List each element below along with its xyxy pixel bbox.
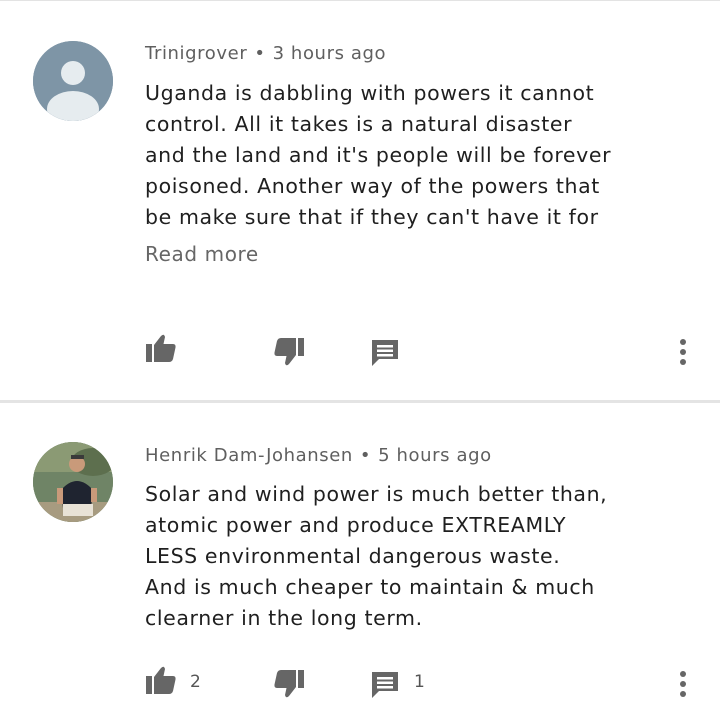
thumb-up-icon[interactable]	[145, 665, 177, 695]
comment-text-line: and the land and it's people will be for…	[145, 143, 612, 167]
comment-text-line: poisoned. Another way of the powers that	[145, 174, 600, 198]
author-name[interactable]: Trinigrover	[145, 43, 247, 64]
comment-time: 3 hours ago	[272, 43, 387, 64]
comment-text-line: Solar and wind power is much better than…	[145, 482, 608, 506]
comment-text-line: And is much cheaper to maintain & much	[145, 575, 595, 599]
meta-separator: •	[254, 43, 266, 64]
meta-separator: •	[359, 445, 372, 466]
comment-meta: Trinigrover • 3 hours ago	[145, 43, 386, 64]
thumb-up-icon[interactable]	[145, 333, 177, 363]
more-vert-icon[interactable]	[676, 670, 690, 698]
comment-text-line: atomic power and produce EXTREAMLY	[145, 513, 567, 537]
read-more-link[interactable]: Read more	[145, 242, 259, 266]
comment-actions: 2 1	[0, 665, 720, 705]
like-count: 2	[190, 672, 201, 692]
user-photo-icon	[33, 442, 113, 522]
comment-text-line: clearner in the long term.	[145, 606, 423, 630]
comment-card: Trinigrover • 3 hours ago Uganda is dabbli…	[0, 0, 720, 400]
comment-meta: Henrik Dam-Johansen • 5 hours ago	[145, 445, 492, 466]
default-avatar-icon	[33, 41, 113, 121]
thumb-down-icon[interactable]	[273, 669, 305, 699]
more-vert-icon[interactable]	[676, 338, 690, 366]
comment-text-line: LESS environmental dangerous waste.	[145, 544, 561, 568]
comment-text-line: Uganda is dabbling with powers it cannot	[145, 81, 595, 105]
comment-text-line: control. All it takes is a natural disas…	[145, 112, 573, 136]
comment-text: Solar and wind power is much better than…	[145, 479, 705, 634]
avatar[interactable]	[33, 41, 113, 121]
comment-icon[interactable]	[371, 339, 399, 367]
avatar[interactable]	[33, 442, 113, 522]
comment-time: 5 hours ago	[378, 445, 492, 466]
comment-actions	[0, 333, 720, 373]
comment-icon[interactable]	[371, 671, 399, 699]
thumb-down-icon[interactable]	[273, 337, 305, 367]
author-name[interactable]: Henrik Dam-Johansen	[145, 445, 353, 466]
comment-card: Henrik Dam-Johansen • 5 hours ago Solar an…	[0, 403, 720, 725]
reply-count: 1	[414, 672, 425, 692]
comment-text-line: be make sure that if they can't have it …	[145, 205, 599, 229]
comment-text: Uganda is dabbling with powers it cannot…	[145, 78, 705, 233]
